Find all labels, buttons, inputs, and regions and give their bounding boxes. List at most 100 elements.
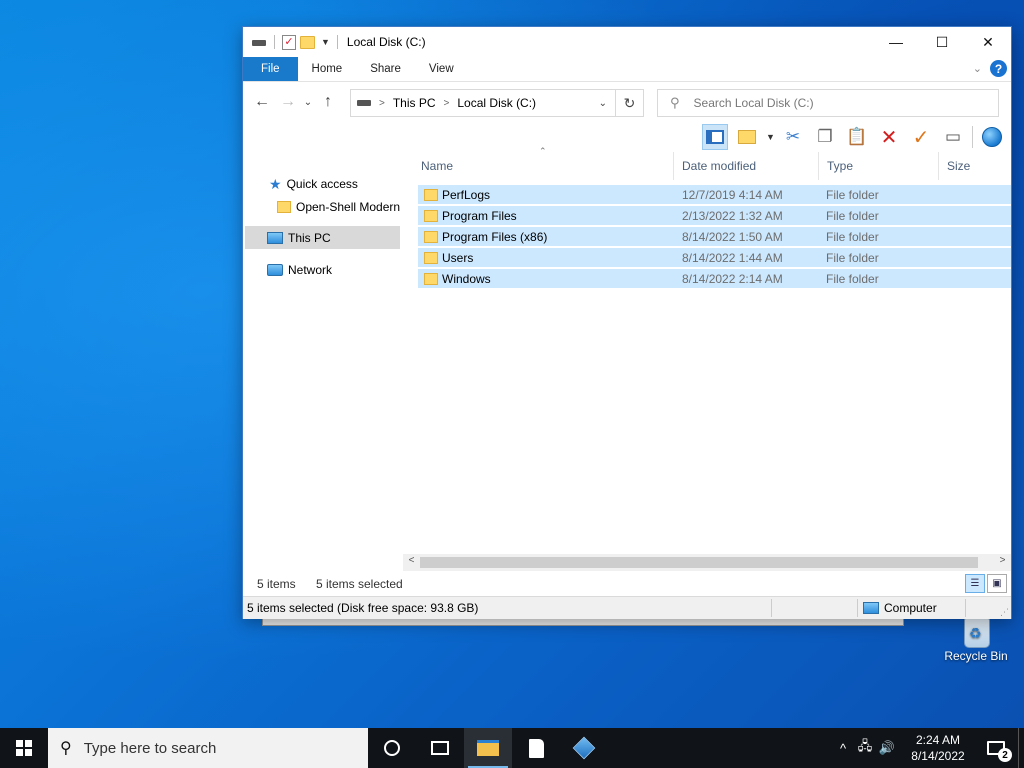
breadcrumb-separator[interactable]: >	[379, 98, 385, 109]
volume-icon[interactable]: 🔊	[876, 740, 898, 756]
computer-icon	[863, 602, 879, 614]
maximize-button[interactable]: ☐	[919, 27, 965, 57]
paste-icon[interactable]: 📋	[844, 124, 870, 150]
tab-home[interactable]: Home	[298, 57, 357, 81]
column-date-modified[interactable]: Date modified	[674, 152, 819, 180]
clock-date: 8/14/2022	[911, 749, 965, 763]
taskbar-app[interactable]	[560, 728, 608, 768]
location-zone: Computer	[863, 601, 937, 615]
taskbar-search-box[interactable]: ⚲ Type here to search	[48, 728, 368, 768]
new-folder-icon[interactable]	[300, 35, 315, 49]
folder-icon	[424, 231, 438, 243]
email-icon[interactable]: ▭	[940, 124, 966, 150]
folder-icon	[424, 252, 438, 264]
address-row: ← → ⌄ ↑ > This PC > Local Disk (C:) ⌄ ↻ …	[243, 82, 1011, 122]
folder-options-dropdown[interactable]: ▼	[766, 132, 775, 142]
network-tray-icon[interactable]: 🖧	[854, 737, 876, 759]
taskbar-file-explorer[interactable]	[464, 728, 512, 768]
back-button[interactable]: ←	[249, 93, 275, 111]
open-shell-icon[interactable]	[979, 124, 1005, 150]
taskbar-notepad[interactable]	[512, 728, 560, 768]
address-bar[interactable]: > This PC > Local Disk (C:) ⌄ ↻	[350, 89, 644, 117]
task-view-button[interactable]	[416, 728, 464, 768]
close-button[interactable]: ✕	[965, 27, 1011, 57]
window-title: Local Disk (C:)	[346, 35, 426, 49]
breadcrumb-this-pc[interactable]: This PC	[393, 96, 436, 110]
show-hidden-icons-chevron-icon[interactable]: ^	[832, 741, 854, 756]
tab-view[interactable]: View	[415, 57, 468, 81]
show-desktop-button[interactable]	[1018, 728, 1024, 768]
table-row[interactable]: Windows 8/14/2022 2:14 AM File folder	[418, 269, 1011, 289]
customize-toolbar-dropdown[interactable]: ▼	[321, 37, 330, 47]
cortana-button[interactable]	[368, 728, 416, 768]
start-button[interactable]	[0, 728, 48, 768]
classic-status-bar: 5 items selected (Disk free space: 93.8 …	[243, 596, 1011, 619]
forward-button[interactable]: →	[275, 93, 301, 111]
delete-icon[interactable]: ✕	[876, 124, 902, 150]
resize-grip[interactable]: ⋰	[1000, 607, 1009, 618]
star-icon: ★	[269, 175, 282, 192]
windows-logo-icon	[16, 740, 32, 756]
folder-icon	[277, 201, 291, 213]
drive-icon	[357, 100, 371, 106]
search-input[interactable]: ⚲ Search Local Disk (C:)	[657, 89, 999, 117]
search-placeholder: Search Local Disk (C:)	[693, 96, 814, 110]
tab-share[interactable]: Share	[356, 57, 415, 81]
table-row[interactable]: PerfLogs 12/7/2019 4:14 AM File folder	[418, 185, 1011, 205]
item-count: 5 items	[257, 577, 296, 591]
nav-this-pc[interactable]: This PC	[245, 226, 400, 249]
taskbar: ⚲ Type here to search ^ 🖧 🔊 2:24 AM 8/14…	[0, 728, 1024, 768]
expand-ribbon-icon[interactable]: ⌄	[973, 62, 982, 75]
details-view-button[interactable]: ☰	[965, 574, 985, 593]
table-row[interactable]: Users 8/14/2022 1:44 AM File folder	[418, 248, 1011, 268]
breadcrumb-local-disk[interactable]: Local Disk (C:)	[457, 96, 536, 110]
folder-icon	[424, 273, 438, 285]
file-explorer-window: ✓ ▼ Local Disk (C:) — ☐ ✕ File Home Shar…	[242, 26, 1012, 619]
cube-app-icon	[572, 736, 596, 760]
scroll-left-icon[interactable]: <	[403, 555, 420, 566]
folder-options-button[interactable]	[734, 124, 760, 150]
action-center-button[interactable]: 2	[974, 728, 1018, 768]
recycle-bin-label: Recycle Bin	[944, 649, 1008, 663]
breadcrumb-separator[interactable]: >	[444, 98, 450, 109]
recycle-bin-shortcut[interactable]: ♻ Recycle Bin	[938, 612, 1014, 672]
scroll-right-icon[interactable]: >	[994, 555, 1011, 566]
address-dropdown[interactable]: ⌄	[599, 98, 607, 109]
task-view-icon	[431, 741, 449, 755]
notepad-icon	[528, 738, 544, 758]
nav-network[interactable]: Network	[267, 260, 332, 280]
computer-icon	[267, 231, 283, 244]
column-size[interactable]: Size	[939, 152, 1009, 180]
selection-disk-info: 5 items selected (Disk free space: 93.8 …	[247, 601, 479, 615]
minimize-button[interactable]: —	[873, 27, 919, 57]
horizontal-scrollbar[interactable]: < >	[403, 554, 1011, 571]
tab-file[interactable]: File	[243, 57, 298, 81]
search-icon: ⚲	[670, 95, 680, 110]
navigation-pane: ★ Quick access Open-Shell Modern This PC…	[243, 152, 403, 572]
cut-icon[interactable]: ✂	[780, 124, 806, 150]
status-bar: 5 items 5 items selected ☰ ▣	[243, 572, 1011, 596]
copy-icon[interactable]: ❐	[812, 124, 838, 150]
file-explorer-icon	[477, 740, 499, 756]
help-icon[interactable]: ?	[990, 60, 1007, 77]
refresh-button[interactable]: ↻	[615, 89, 643, 117]
column-name[interactable]: Name	[413, 152, 674, 180]
column-type[interactable]: Type	[819, 152, 939, 180]
nav-open-shell-modern[interactable]: Open-Shell Modern	[277, 196, 400, 218]
clock[interactable]: 2:24 AM 8/14/2022	[902, 732, 974, 764]
scrollbar-thumb[interactable]	[420, 557, 978, 568]
notification-badge: 2	[998, 748, 1012, 762]
title-bar[interactable]: ✓ ▼ Local Disk (C:) — ☐ ✕	[243, 27, 1011, 57]
taskbar-search-placeholder: Type here to search	[83, 739, 217, 757]
recent-locations-dropdown[interactable]: ⌄	[301, 97, 315, 108]
properties-check-icon[interactable]: ✓	[908, 124, 934, 150]
nav-quick-access[interactable]: ★ Quick access	[269, 174, 358, 194]
navigation-pane-button[interactable]	[702, 124, 728, 150]
table-row[interactable]: Program Files 2/13/2022 1:32 AM File fol…	[418, 206, 1011, 226]
up-button[interactable]: ↑	[315, 93, 341, 111]
properties-icon[interactable]: ✓	[282, 34, 296, 50]
system-tray: ^ 🖧 🔊 2:24 AM 8/14/2022 2	[832, 728, 1024, 768]
table-row[interactable]: Program Files (x86) 8/14/2022 1:50 AM Fi…	[418, 227, 1011, 247]
clock-time: 2:24 AM	[915, 733, 961, 747]
large-icons-view-button[interactable]: ▣	[987, 574, 1007, 593]
